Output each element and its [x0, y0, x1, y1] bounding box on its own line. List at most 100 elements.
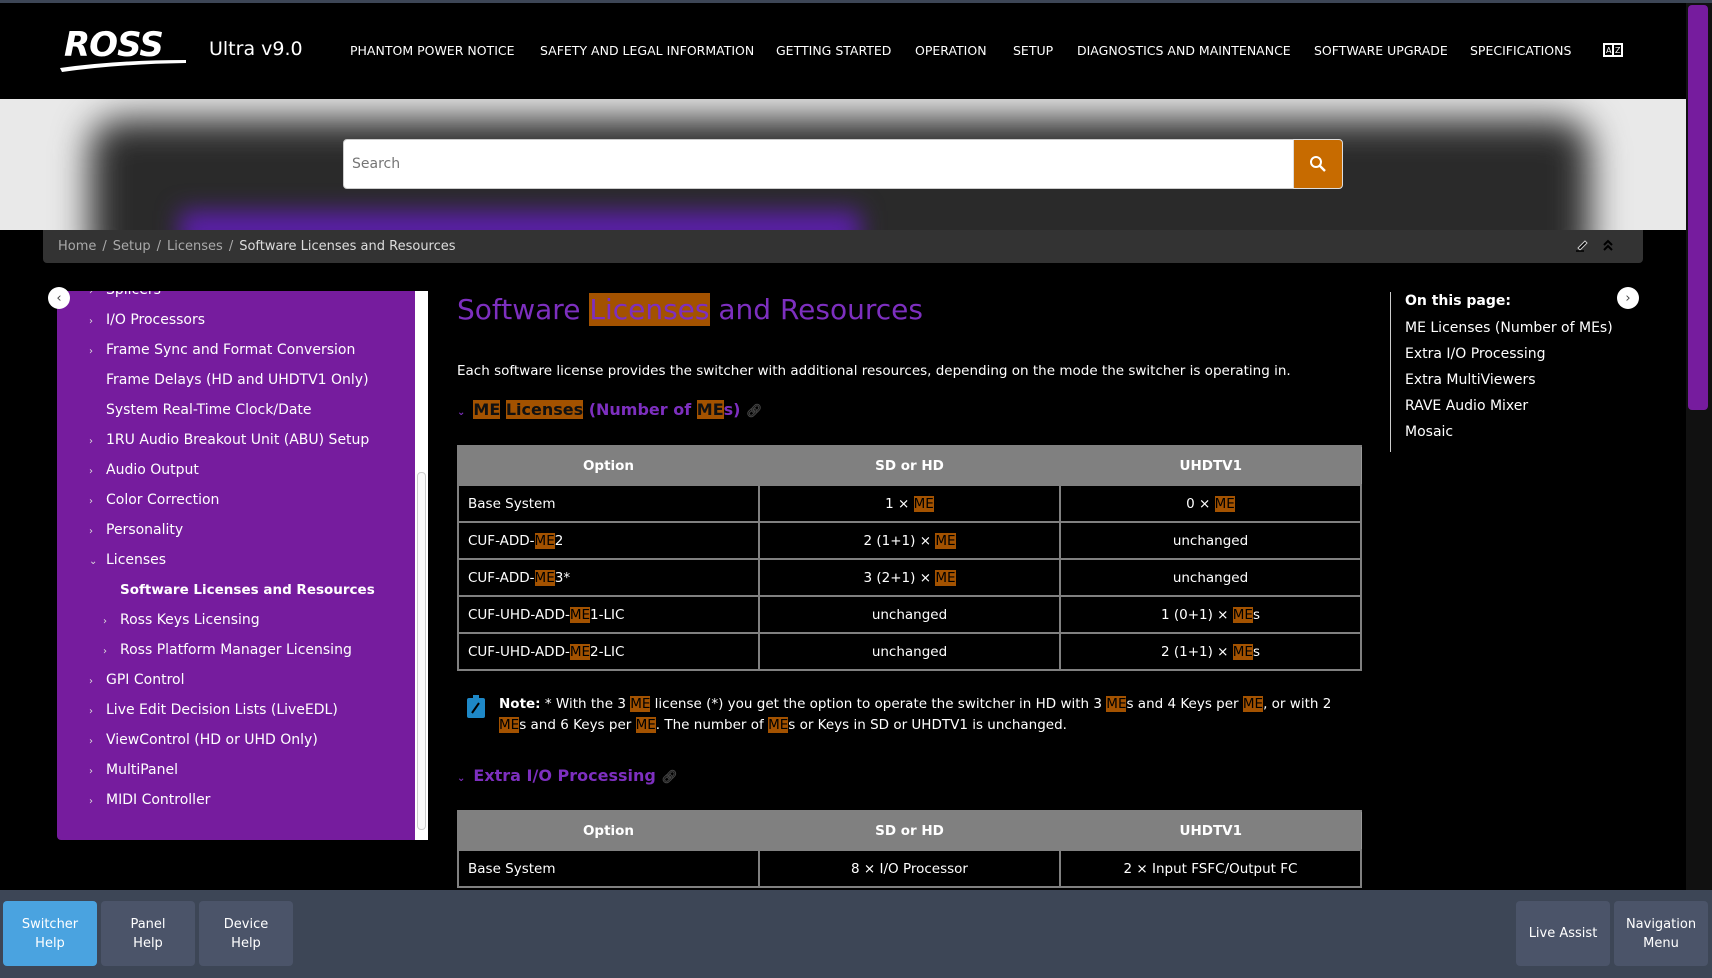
chevron-right-icon[interactable]: › [89, 466, 93, 477]
chevron-right-icon[interactable]: › [103, 646, 107, 657]
ross-logo[interactable]: ROSS [58, 22, 190, 74]
search-highlight: ME [569, 606, 591, 623]
search-highlight: ME [913, 495, 934, 512]
section-me-licenses[interactable]: ⌄ ME Licenses (Number of MEs) 🔗︎ [457, 400, 763, 419]
chevron-right-icon[interactable]: › [103, 616, 107, 627]
text-run: CUF-ADD- [468, 569, 535, 586]
breadcrumb-tools [1575, 238, 1615, 252]
sidebar-item[interactable]: MIDI Controller [106, 792, 210, 808]
link-icon[interactable]: 🔗︎ [661, 770, 678, 785]
book-az-icon[interactable]: AZ [1602, 42, 1624, 58]
search-highlight: ME [935, 569, 956, 586]
sidebar-item[interactable]: Splicers [106, 291, 161, 298]
sidebar-item[interactable]: GPI Control [106, 672, 184, 688]
nav-item[interactable]: SOFTWARE UPGRADE [1314, 43, 1448, 58]
sidebar-item[interactable]: Ross Keys Licensing [120, 612, 260, 628]
hero-image-glow [180, 211, 860, 230]
chevron-right-icon[interactable]: › [89, 436, 93, 447]
text-run [500, 400, 506, 419]
sidebar-item[interactable]: Live Edit Decision Lists (LiveEDL) [106, 702, 338, 718]
chevron-right-icon[interactable]: › [89, 766, 93, 777]
chevron-right-icon[interactable]: › [89, 676, 93, 687]
device-help-button[interactable]: Device Help [199, 901, 293, 966]
sidebar-item[interactable]: Ross Platform Manager Licensing [120, 642, 352, 658]
nav-item[interactable]: SETUP [1013, 43, 1053, 58]
switcher-help-button[interactable]: Switcher Help [3, 901, 97, 966]
nav-item[interactable]: DIAGNOSTICS AND MAINTENANCE [1077, 43, 1291, 58]
expand-toc-button[interactable]: › [1617, 287, 1639, 309]
search-highlight: ME [768, 717, 789, 733]
sidebar-item[interactable]: Audio Output [106, 462, 199, 478]
sidebar-scrollbar-thumb[interactable] [417, 472, 426, 830]
chevron-right-icon[interactable]: › [89, 496, 93, 507]
page-scrollbar-thumb[interactable] [1688, 5, 1708, 410]
text-run: s [1252, 643, 1261, 660]
text-run: Extra I/O Processing [473, 766, 656, 785]
link-icon[interactable]: 🔗︎ [746, 404, 763, 419]
chevron-right-icon[interactable]: › [89, 346, 93, 357]
chevron-right-icon[interactable]: › [89, 291, 93, 297]
nav-item[interactable]: PHANTOM POWER NOTICE [350, 43, 515, 58]
toc-link[interactable]: Mosaic [1405, 424, 1453, 440]
chevron-right-icon[interactable]: › [89, 526, 93, 537]
search-highlight: ME [1106, 696, 1127, 712]
nav-item[interactable]: SPECIFICATIONS [1470, 43, 1571, 58]
sidebar-item[interactable]: ViewControl (HD or UHD Only) [106, 732, 318, 748]
text-run: s and 6 Keys per [519, 717, 636, 733]
chevron-down-icon[interactable]: ⌄ [89, 556, 97, 567]
table-cell: Base System [457, 849, 760, 888]
sidebar-item[interactable]: Licenses [106, 552, 166, 568]
text-run: 2-LIC [590, 643, 625, 660]
search-highlight: ME [569, 643, 591, 660]
extra-io-table: Option SD or HD UHDTV1 Base System 8 × I/O P… [457, 810, 1362, 888]
collapse-all-icon[interactable] [1601, 238, 1615, 252]
chevron-right-icon[interactable]: › [89, 316, 93, 327]
navigation-menu-button[interactable]: Navigation Menu [1614, 901, 1708, 966]
sidebar-item[interactable]: I/O Processors [106, 312, 205, 328]
search-input[interactable] [343, 139, 1294, 189]
toc-link[interactable]: Extra MultiViewers [1405, 372, 1536, 388]
sidebar-item[interactable]: Frame Delays (HD and UHDTV1 Only) [106, 372, 369, 388]
text-run: 0 × [1186, 495, 1215, 512]
nav-item[interactable]: OPERATION [915, 43, 987, 58]
note-label: Note: [499, 696, 541, 712]
column-header: Option [457, 445, 760, 486]
table-header-row: Option SD or HD UHDTV1 [457, 445, 1362, 486]
column-header: UHDTV1 [1059, 810, 1362, 851]
text-run: (Number of [583, 400, 697, 419]
breadcrumb-home[interactable]: Home [58, 239, 96, 254]
toc-link[interactable]: Extra I/O Processing [1405, 346, 1545, 362]
collapse-sidebar-button[interactable]: ‹ [48, 287, 70, 309]
breadcrumb-licenses[interactable]: Licenses [167, 239, 223, 254]
nav-item[interactable]: GETTING STARTED [776, 43, 891, 58]
sidebar-item[interactable]: 1RU Audio Breakout Unit (ABU) Setup [106, 432, 369, 448]
chevron-right-icon[interactable]: › [89, 796, 93, 807]
chevron-right-icon[interactable]: › [89, 736, 93, 747]
table-row: CUF-UHD-ADD-ME1-LIC unchanged 1 (0+1) × ME… [457, 595, 1362, 634]
nav-item[interactable]: SAFETY AND LEGAL INFORMATION [540, 43, 754, 58]
svg-text:Z: Z [1615, 46, 1621, 55]
text-run: 3* [554, 569, 571, 586]
live-assist-button[interactable]: Live Assist [1516, 901, 1610, 966]
sidebar-item[interactable]: Software Licenses and Resources [120, 582, 375, 598]
toc-link[interactable]: ME Licenses (Number of MEs) [1405, 320, 1613, 336]
breadcrumb-setup[interactable]: Setup [113, 239, 151, 254]
panel-help-button[interactable]: Panel Help [101, 901, 195, 966]
search-button[interactable] [1293, 139, 1343, 189]
toc-heading: On this page: [1405, 293, 1511, 309]
toc-link[interactable]: RAVE Audio Mixer [1405, 398, 1528, 414]
highlighter-icon[interactable] [1575, 238, 1589, 252]
text-run: 2 × Input FSFC/Output FC [1123, 860, 1298, 877]
sidebar-item[interactable]: Color Correction [106, 492, 219, 508]
chevron-right-icon[interactable]: › [89, 706, 93, 717]
chevron-left-icon: ‹ [56, 290, 62, 306]
sidebar-item[interactable]: MultiPanel [106, 762, 178, 778]
sidebar-item[interactable]: Personality [106, 522, 183, 538]
column-header: UHDTV1 [1059, 445, 1362, 486]
table-cell: 1 (0+1) × MEs [1059, 595, 1362, 634]
text-run: Base System [468, 860, 556, 877]
text-run: 3 (2+1) × [863, 569, 936, 586]
sidebar-item[interactable]: System Real-Time Clock/Date [106, 402, 312, 418]
sidebar-item[interactable]: Frame Sync and Format Conversion [106, 342, 355, 358]
section-extra-io[interactable]: ⌄ Extra I/O Processing 🔗︎ [457, 766, 678, 785]
